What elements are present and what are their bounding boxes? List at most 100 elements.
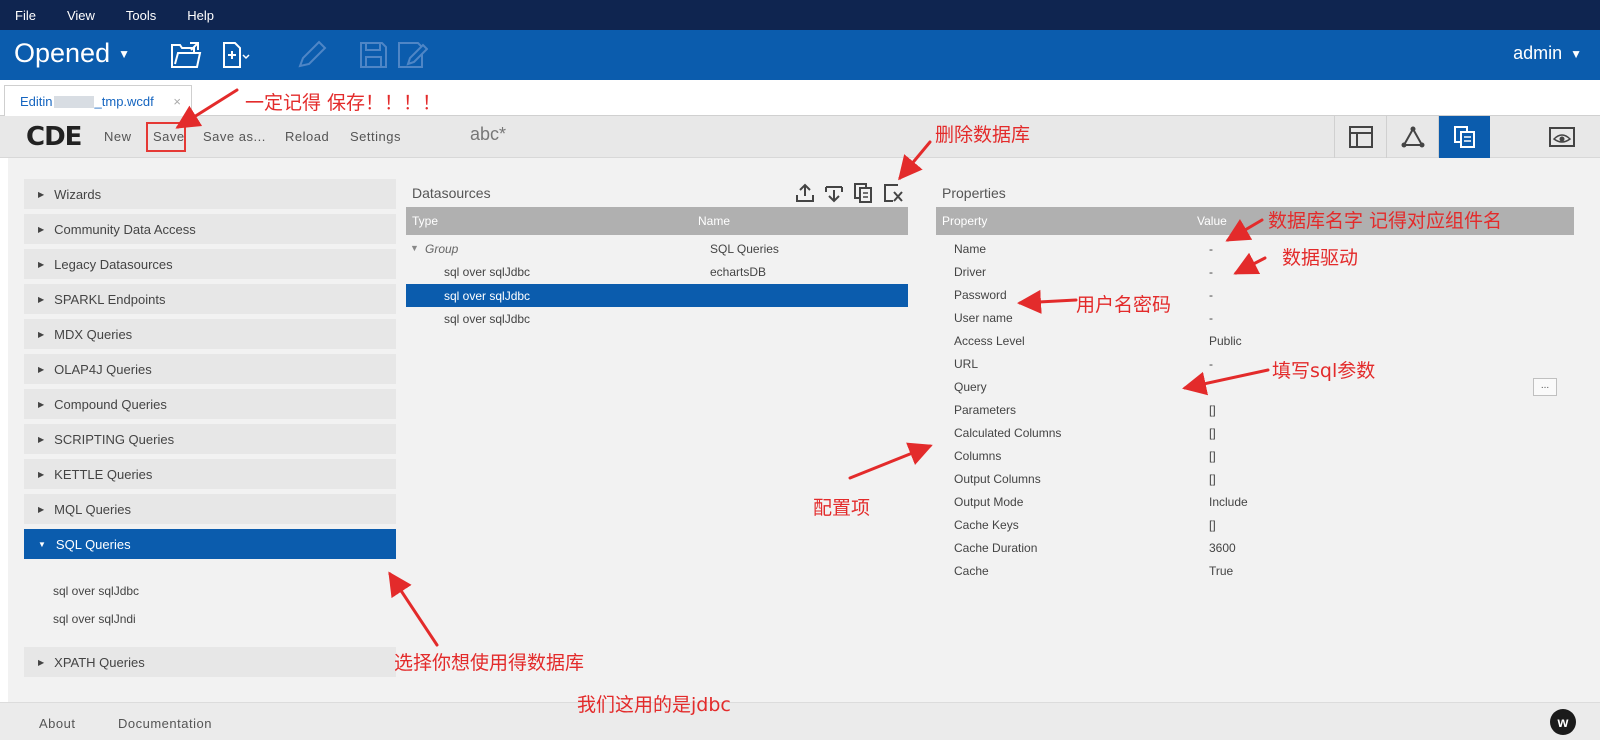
column-property: Property: [942, 214, 988, 228]
duplicate-icon[interactable]: [852, 182, 874, 204]
close-icon[interactable]: ×: [173, 94, 181, 109]
property-row-user-name[interactable]: User name -: [936, 307, 1574, 329]
datasources-title: Datasources: [412, 185, 491, 201]
reload-button[interactable]: Reload: [285, 129, 329, 144]
annotation-sql-note: 填写sql参数: [1272, 360, 1376, 382]
add-sql-over-sqljdbc[interactable]: sql over sqlJdbc: [53, 584, 139, 598]
perspective-label: Opened: [14, 38, 111, 68]
property-row-columns[interactable]: Columns[]: [936, 445, 1574, 467]
group-mdx-queries[interactable]: ▶ MDX Queries: [24, 319, 396, 351]
property-row-cache-keys[interactable]: Cache Keys[]: [936, 514, 1574, 536]
property-row-query[interactable]: Query: [936, 376, 1574, 398]
move-up-icon[interactable]: [794, 182, 816, 204]
property-row-driver[interactable]: Driver -: [936, 261, 1574, 283]
app-header: Opened ▼ admin ▼: [0, 30, 1600, 80]
column-type: Type: [412, 214, 439, 228]
save-as-button[interactable]: Save as...: [203, 129, 266, 144]
tab-editing-file[interactable]: Editin _tmp.wcdf ×: [4, 85, 192, 117]
caret-right-icon: ▶: [38, 399, 45, 409]
save-as-icon: [398, 42, 428, 68]
property-row-cache[interactable]: Cache True: [936, 560, 1574, 582]
property-row-cache-duration[interactable]: Cache Duration 3600: [936, 537, 1574, 559]
settings-button[interactable]: Settings: [350, 129, 401, 144]
properties-title: Properties: [942, 185, 1006, 201]
datasources-icon: [1453, 126, 1475, 148]
layout-icon: [1348, 126, 1373, 148]
property-row-password[interactable]: Password -: [936, 284, 1574, 306]
property-row-parameters[interactable]: Parameters[]: [936, 399, 1574, 421]
menu-bar: File View Tools Help: [0, 0, 1600, 30]
new-file-icon[interactable]: [220, 40, 252, 70]
dashboard-name: abc*: [470, 124, 507, 144]
datasource-name: echartsDB: [710, 265, 767, 279]
preview-eye-icon: [1549, 127, 1575, 147]
group-xpath-queries[interactable]: ▶ XPATH Queries: [24, 647, 396, 679]
group-name: SQL Queries: [710, 242, 779, 256]
property-row-access-level[interactable]: Access Level Public: [936, 330, 1574, 352]
datasources-view-button[interactable]: [1438, 116, 1490, 158]
query-edit-button[interactable]: ...: [1533, 378, 1557, 396]
caret-right-icon: ▶: [38, 329, 45, 339]
save-disk-icon: [360, 42, 387, 68]
annotation-user-note: 用户名密码: [1076, 294, 1172, 316]
group-wizards[interactable]: ▶ Wizards: [24, 179, 396, 211]
group-olap4j-queries[interactable]: ▶ OLAP4J Queries: [24, 354, 396, 386]
datasource-type: sql over sqlJdbc: [444, 289, 531, 303]
group-legacy-datasources[interactable]: ▶ Legacy Datasources: [24, 249, 396, 281]
datasource-row[interactable]: sql over sqlJdbc: [406, 307, 908, 330]
datasource-type: sql over sqlJdbc: [444, 312, 531, 326]
layout-view-button[interactable]: [1334, 116, 1386, 158]
collapse-caret-icon: ▼: [410, 243, 419, 253]
caret-right-icon: ▶: [38, 294, 45, 304]
group-compound-queries[interactable]: ▶ Compound Queries: [24, 389, 396, 421]
delete-datasource-icon[interactable]: [882, 182, 904, 204]
group-scripting-queries[interactable]: ▶ SCRIPTING Queries: [24, 424, 396, 456]
chevron-down-icon: ▼: [118, 46, 130, 61]
move-down-icon[interactable]: [823, 182, 845, 204]
menu-view[interactable]: View: [67, 8, 95, 23]
menu-tools[interactable]: Tools: [126, 8, 156, 23]
datasource-row-selected[interactable]: sql over sqlJdbc: [406, 284, 908, 307]
property-row-output-columns[interactable]: Output Columns[]: [936, 468, 1574, 490]
webdetails-logo: w: [1550, 709, 1576, 735]
perspective-switcher[interactable]: Opened ▼: [14, 38, 130, 69]
caret-right-icon: ▶: [38, 657, 45, 667]
caret-down-icon: ▼: [38, 539, 46, 549]
caret-right-icon: ▶: [38, 364, 45, 374]
user-name: admin: [1513, 43, 1563, 63]
property-row-output-mode[interactable]: Output Mode Include: [936, 491, 1574, 513]
column-value: Value: [1197, 214, 1227, 228]
group-community-data-access[interactable]: ▶ Community Data Access: [24, 214, 396, 246]
group-row[interactable]: ▼ Group SQL Queries: [406, 237, 908, 260]
tab-row: Editin _tmp.wcdf ×: [0, 80, 1600, 117]
components-tree-icon: [1401, 126, 1424, 148]
property-row-url[interactable]: URL -: [936, 353, 1574, 375]
caret-right-icon: ▶: [38, 189, 45, 199]
group-kettle-queries[interactable]: ▶ KETTLE Queries: [24, 459, 396, 491]
user-menu[interactable]: admin ▼: [1513, 43, 1582, 64]
menu-file[interactable]: File: [15, 8, 36, 23]
about-link[interactable]: About: [39, 716, 75, 731]
datasource-type: sql over sqlJdbc: [444, 265, 531, 279]
caret-right-icon: ▶: [38, 504, 45, 514]
group-mql-queries[interactable]: ▶ MQL Queries: [24, 494, 396, 526]
datasources-table-header: Type Name: [406, 207, 908, 235]
cde-logo: CDE: [26, 122, 82, 152]
annotation-jdbc-note: 我们这用的是jdbc: [577, 694, 731, 716]
add-sql-over-sqljndi[interactable]: sql over sqlJndi: [53, 612, 136, 626]
components-view-button[interactable]: [1386, 116, 1438, 158]
annotation-choose-note: 选择你想使用得数据库: [394, 652, 585, 674]
menu-help[interactable]: Help: [187, 8, 214, 23]
group-sparkl-endpoints[interactable]: ▶ SPARKL Endpoints: [24, 284, 396, 316]
cde-toolbar: CDE New Save Save as... Reload Settings …: [0, 116, 1600, 158]
documentation-link[interactable]: Documentation: [118, 716, 212, 731]
open-folder-icon[interactable]: [170, 40, 202, 70]
property-row-name[interactable]: Name -: [936, 238, 1574, 260]
caret-right-icon: ▶: [38, 469, 45, 479]
property-row-calculated-columns[interactable]: Calculated Columns[]: [936, 422, 1574, 444]
new-button[interactable]: New: [104, 129, 132, 144]
group-label: Group: [425, 242, 459, 256]
group-sql-queries[interactable]: ▼ SQL Queries: [24, 529, 396, 561]
datasource-row[interactable]: sql over sqlJdbc echartsDB: [406, 260, 908, 283]
preview-button[interactable]: [1536, 116, 1588, 158]
